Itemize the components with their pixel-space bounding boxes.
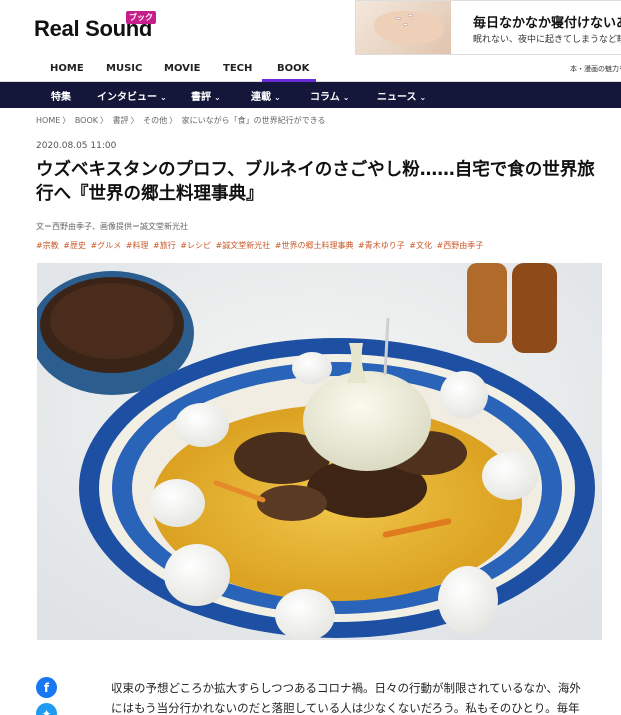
main-nav: 特集 インタビュー ⌄ 書評 ⌄ 連載 ⌄ コラム ⌄ ニュース ⌄ xyxy=(0,82,621,108)
category-music[interactable]: MUSIC xyxy=(106,63,142,74)
category-nav: HOME MUSIC MOVIE TECH BOOK 本・漫画の魅力を伝える xyxy=(0,58,621,82)
pill-image xyxy=(408,14,413,17)
category-home[interactable]: HOME xyxy=(50,63,84,74)
nav-label: インタビュー xyxy=(97,92,157,103)
nav-label: 特集 xyxy=(51,92,71,103)
breadcrumb-separator: 〉 xyxy=(62,116,71,125)
facebook-icon: f xyxy=(43,680,50,695)
pill-image xyxy=(403,23,408,26)
article-body: 収束の予想どころか拡大すらしつつあるコロナ禍。日々の行動が制限されているなか、海… xyxy=(111,681,581,715)
breadcrumb-separator: 〉 xyxy=(169,116,178,125)
category-tagline: 本・漫画の魅力を伝える xyxy=(570,65,621,73)
breadcrumb-review[interactable]: 書評 xyxy=(113,116,129,125)
tag-link[interactable]: #料理 xyxy=(126,241,149,250)
chevron-down-icon: ⌄ xyxy=(419,93,427,102)
tag-link[interactable]: #青木ゆり子 xyxy=(358,241,405,250)
nav-label: 書評 xyxy=(191,92,211,103)
breadcrumb-separator: 〉 xyxy=(130,116,139,125)
ad-image xyxy=(356,1,451,54)
ad-text: 眠れない、夜中に起きてしまうなど睡眠のお悩みを xyxy=(473,35,621,45)
tag-link[interactable]: #レシピ xyxy=(180,241,211,250)
nav-item-feature[interactable]: 特集 xyxy=(51,88,71,103)
breadcrumb: HOME 〉 BOOK 〉 書評〉 その他〉 家にいながら「食」の世界紀行ができる xyxy=(36,115,328,126)
nav-item-review[interactable]: 書評 ⌄ xyxy=(191,88,221,103)
twitter-share-button[interactable]: ✦ xyxy=(36,703,57,715)
pill-image xyxy=(396,17,401,20)
twitter-icon: ✦ xyxy=(41,706,52,715)
tag-link[interactable]: #旅行 xyxy=(153,241,176,250)
tag-link[interactable]: #西野由季子 xyxy=(437,241,484,250)
tag-list: #宗教 #歴史 #グルメ #料理 #旅行 #レシピ #誠文堂新光社 #世界の郷土… xyxy=(36,240,485,251)
tag-link[interactable]: #文化 xyxy=(409,241,432,250)
tag-link[interactable]: #誠文堂新光社 xyxy=(216,241,271,250)
chevron-down-icon: ⌄ xyxy=(342,93,350,102)
nav-label: ニュース xyxy=(377,92,417,103)
chevron-down-icon: ⌄ xyxy=(214,93,221,102)
breadcrumb-separator: 〉 xyxy=(100,116,109,125)
nav-item-series[interactable]: 連載 ⌄ xyxy=(251,88,281,103)
article-title: ウズベキスタンのプロフ、ブルネイのさごやし粉……自宅で食の世界旅行へ『世界の郷土… xyxy=(36,160,595,204)
category-tech[interactable]: TECH xyxy=(223,63,252,74)
nav-item-column[interactable]: コラム ⌄ xyxy=(310,88,349,103)
hero-image xyxy=(37,263,602,640)
facebook-share-button[interactable]: f xyxy=(36,677,57,698)
ad-banner[interactable]: 毎日なかなか寝付けないあなたへ 眠れない、夜中に起きてしまうなど睡眠のお悩みを xyxy=(355,0,621,55)
nav-label: コラム xyxy=(310,92,340,103)
tag-link[interactable]: #グルメ xyxy=(91,241,122,250)
breadcrumb-other[interactable]: その他 xyxy=(143,116,167,125)
plov-dish-image xyxy=(37,263,602,640)
site-header: Real Sound ブック 毎日なかなか寝付けないあなたへ 眠れない、夜中に起… xyxy=(0,0,621,58)
tag-link[interactable]: #宗教 xyxy=(36,241,59,250)
article-credit: 文＝西野由季子、画像提供＝誠文堂新光社 xyxy=(36,222,188,231)
breadcrumb-home[interactable]: HOME xyxy=(36,116,60,125)
category-book[interactable]: BOOK xyxy=(277,63,309,74)
nav-item-news[interactable]: ニュース ⌄ xyxy=(377,88,426,103)
nav-item-interview[interactable]: インタビュー ⌄ xyxy=(97,88,167,103)
tag-link[interactable]: #歴史 xyxy=(63,241,86,250)
article-date: 2020.08.05 11:00 xyxy=(36,141,117,151)
tag-link[interactable]: #世界の郷土料理事典 xyxy=(275,241,354,250)
breadcrumb-book[interactable]: BOOK xyxy=(75,116,98,125)
logo-badge: ブック xyxy=(126,11,156,24)
chevron-down-icon: ⌄ xyxy=(274,93,281,102)
category-movie[interactable]: MOVIE xyxy=(164,63,200,74)
chevron-down-icon: ⌄ xyxy=(160,93,167,102)
ad-title: 毎日なかなか寝付けないあなたへ xyxy=(473,16,621,31)
nav-label: 連載 xyxy=(251,92,271,103)
breadcrumb-current: 家にいながら「食」の世界紀行ができる xyxy=(181,116,326,125)
